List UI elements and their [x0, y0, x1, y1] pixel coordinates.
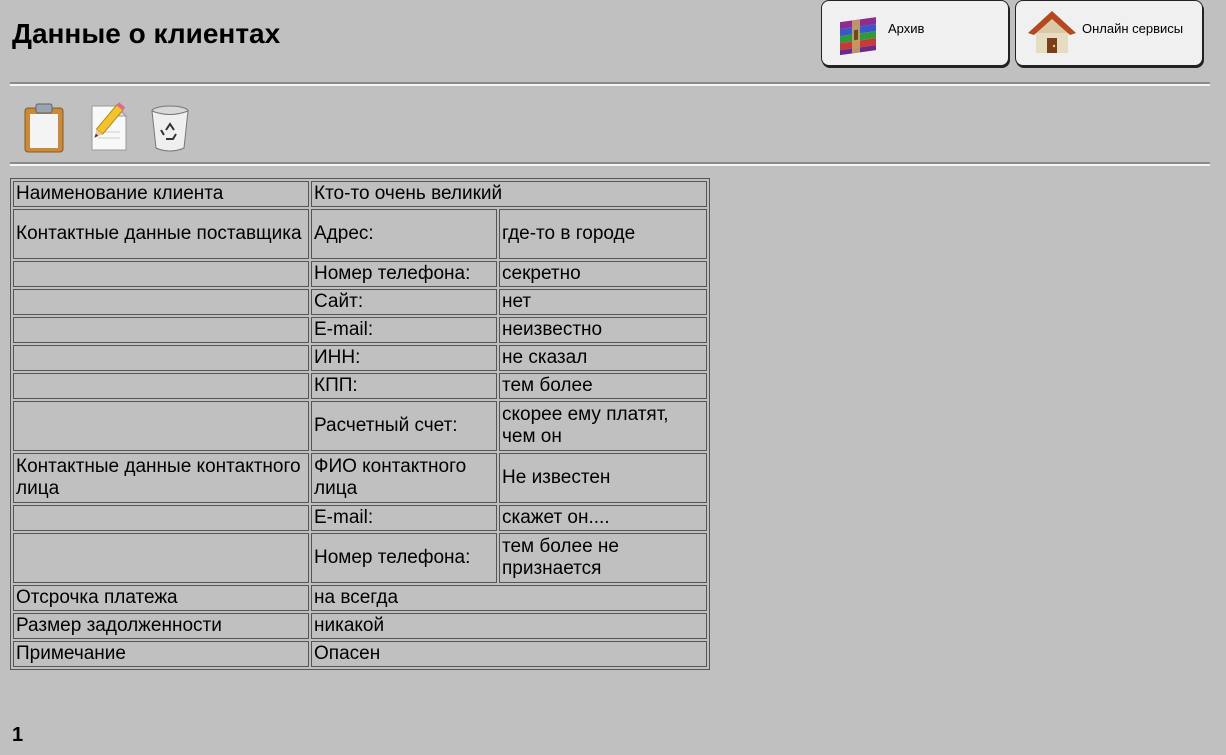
field-value: где-то в городе: [499, 209, 707, 259]
online-services-button-label: Онлайн сервисы: [1082, 20, 1184, 36]
debt-value: никакой: [311, 613, 707, 639]
toolbar-divider: [10, 162, 1210, 166]
field-label: Адрес:: [311, 209, 497, 259]
field-label: Расчетный счет:: [311, 401, 497, 451]
empty-cell: [13, 345, 309, 371]
edit-document-icon: [91, 102, 128, 151]
table-row: Примечание Опасен: [13, 641, 707, 667]
supplier-contacts-label: Контактные данные поставщика: [13, 209, 309, 259]
table-row: Контактные данные контактного лица ФИО к…: [13, 453, 707, 503]
table-row: Отсрочка платежа на всегда: [13, 585, 707, 611]
table-row: E-mail: скажет он....: [13, 505, 707, 531]
empty-cell: [13, 317, 309, 343]
field-value: нет: [499, 289, 707, 315]
header-divider: [10, 82, 1210, 86]
field-label: Сайт:: [311, 289, 497, 315]
home-icon: [1028, 11, 1076, 53]
field-label: ИНН:: [311, 345, 497, 371]
table-row: ИНН: не сказал: [13, 345, 707, 371]
table-row: Размер задолженности никакой: [13, 613, 707, 639]
field-value: скорее ему платят, чем он: [499, 401, 707, 451]
delete-button[interactable]: [146, 102, 194, 154]
archive-icon: [840, 17, 876, 56]
archive-button-label: Архив: [888, 20, 925, 36]
payment-delay-value: на всегда: [311, 585, 707, 611]
table-row: Номер телефона: секретно: [13, 261, 707, 287]
field-label: ФИО контактного лица: [311, 453, 497, 503]
table-row: Наименование клиента Кто-то очень велики…: [13, 181, 707, 207]
table-row: Расчетный счет: скорее ему платят, чем о…: [13, 401, 707, 451]
debt-label: Размер задолженности: [13, 613, 309, 639]
empty-cell: [13, 261, 309, 287]
field-value: не сказал: [499, 345, 707, 371]
table-row: E-mail: неизвестно: [13, 317, 707, 343]
empty-cell: [13, 533, 309, 583]
client-name-label: Наименование клиента: [13, 181, 309, 207]
clipboard-button[interactable]: [20, 102, 68, 154]
empty-cell: [13, 373, 309, 399]
field-label: КПП:: [311, 373, 497, 399]
field-label: Номер телефона:: [311, 533, 497, 583]
table-row: Номер телефона: тем более не признается: [13, 533, 707, 583]
empty-cell: [13, 505, 309, 531]
edit-button[interactable]: [84, 102, 132, 154]
table-row: Контактные данные поставщика Адрес: где-…: [13, 209, 707, 259]
trash-icon: [151, 105, 189, 152]
field-value: скажет он....: [499, 505, 707, 531]
field-value: секретно: [499, 261, 707, 287]
clipboard-icon: [24, 103, 64, 153]
archive-button[interactable]: Архив: [821, 0, 1009, 66]
payment-delay-label: Отсрочка платежа: [13, 585, 309, 611]
empty-cell: [13, 289, 309, 315]
client-name-value: Кто-то очень великий: [311, 181, 707, 207]
contact-person-label: Контактные данные контактного лица: [13, 453, 309, 503]
field-value: неизвестно: [499, 317, 707, 343]
note-label: Примечание: [13, 641, 309, 667]
field-label: Номер телефона:: [311, 261, 497, 287]
table-row: Сайт: нет: [13, 289, 707, 315]
page-number-link[interactable]: 1: [12, 724, 23, 747]
field-value: тем более не признается: [499, 533, 707, 583]
field-value: тем более: [499, 373, 707, 399]
note-value: Опасен: [311, 641, 707, 667]
table-row: КПП: тем более: [13, 373, 707, 399]
empty-cell: [13, 401, 309, 451]
client-data-table: Наименование клиента Кто-то очень велики…: [10, 178, 710, 670]
field-label: E-mail:: [311, 505, 497, 531]
field-label: E-mail:: [311, 317, 497, 343]
online-services-button[interactable]: Онлайн сервисы: [1015, 0, 1203, 66]
field-value: Не известен: [499, 453, 707, 503]
page-title: Данные о клиентах: [12, 18, 281, 49]
